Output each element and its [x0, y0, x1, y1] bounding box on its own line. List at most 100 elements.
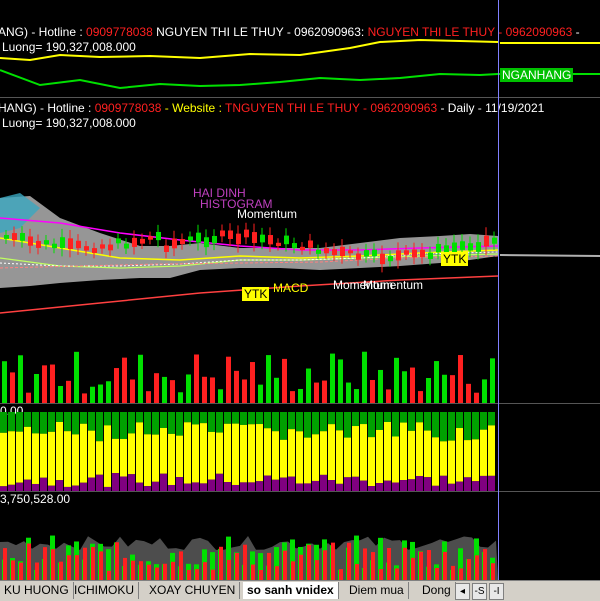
- stack-purple: [248, 482, 255, 491]
- stack-yellow: [328, 424, 335, 481]
- stack-green: [424, 412, 431, 431]
- tab-so-sanh-vnidex[interactable]: so sanh vnidex: [243, 582, 339, 599]
- stack-green: [16, 412, 23, 432]
- flow-bar-red: [3, 548, 7, 580]
- flow-bar-red: [419, 551, 423, 580]
- stack-yellow: [360, 424, 367, 481]
- comparison-pane[interactable]: ANG) - Hotline : 0909778038 NGUYEN THI L…: [0, 0, 600, 97]
- stack-yellow: [464, 440, 471, 478]
- stack-green: [320, 412, 327, 432]
- flow-bar-red: [131, 560, 135, 580]
- tab-xoay-chuyen[interactable]: XOAY CHUYEN: [145, 582, 241, 599]
- price-pane[interactable]: HANG) - Hotline : 0909778038 - Website :…: [0, 98, 600, 345]
- volume-bar: [90, 386, 95, 403]
- stack-green: [360, 412, 367, 425]
- stack-purple: [136, 482, 143, 491]
- flow-bar-red: [123, 557, 127, 580]
- stack-green: [392, 412, 399, 437]
- stack-green: [112, 412, 119, 439]
- volume-bars: [2, 351, 495, 403]
- stack-yellow: [32, 433, 39, 484]
- stack-green: [168, 412, 175, 434]
- volume-bar: [338, 359, 343, 403]
- stack-green: [376, 412, 383, 430]
- tab-diem-mua[interactable]: Diem mua: [345, 582, 409, 599]
- stack-yellow: [16, 431, 23, 483]
- candle-body: [212, 235, 217, 244]
- volume-bar: [330, 353, 335, 403]
- volume-bar: [202, 376, 207, 403]
- stack-green: [176, 412, 183, 436]
- price-chart: [0, 193, 600, 314]
- stack-yellow: [208, 431, 215, 480]
- volume-bar: [18, 355, 23, 403]
- stack-purple: [336, 483, 343, 491]
- stack-green: [216, 412, 223, 433]
- flow-bar-red: [283, 550, 287, 580]
- stack-green: [448, 412, 455, 441]
- tab-scroll-next-button[interactable]: -I: [489, 583, 504, 600]
- volume-pane[interactable]: [0, 345, 600, 403]
- lock-icon[interactable]: ◂: [455, 583, 470, 600]
- stack-yellow: [104, 425, 111, 487]
- flow-bar-red: [275, 566, 279, 580]
- volume-bar: [306, 368, 311, 403]
- flow-bar-red: [147, 564, 151, 580]
- stack-yellow: [184, 422, 191, 484]
- stack-green: [304, 412, 311, 438]
- flow-bar-red: [403, 547, 407, 580]
- ytk-annotation: YTK: [242, 287, 270, 301]
- stack-yellow: [136, 422, 143, 483]
- tab-scroll-prev-button[interactable]: -S: [472, 583, 487, 600]
- stack-green: [0, 412, 7, 433]
- volume-bar: [66, 380, 71, 403]
- sector-badge: NGANHANG: [500, 68, 574, 82]
- volume-bar: [370, 379, 375, 403]
- stack-purple: [272, 479, 279, 491]
- volume-bar: [402, 371, 407, 403]
- money-flow-pane[interactable]: 3,750,528.00: [0, 492, 600, 580]
- candle-body: [308, 240, 313, 248]
- stack-green: [416, 412, 423, 423]
- stack-yellow: [384, 422, 391, 481]
- tab-ichimoku[interactable]: ICHIMOKU: [70, 582, 139, 599]
- flow-bar-red: [139, 561, 143, 580]
- stack-green: [56, 412, 63, 423]
- stack-green: [256, 412, 263, 425]
- flow-bar-red: [315, 560, 319, 580]
- candle-body: [404, 250, 409, 255]
- candle-body: [412, 249, 417, 258]
- date-cursor-line[interactable]: [498, 0, 499, 580]
- candle-body: [28, 236, 33, 246]
- stack-yellow: [408, 430, 415, 480]
- stack-purple: [16, 482, 23, 491]
- candle-body: [148, 236, 153, 240]
- stack-green: [184, 412, 191, 423]
- volume-bar: [346, 382, 351, 403]
- stack-green: [232, 412, 239, 424]
- flow-bar-red: [251, 564, 255, 580]
- volume-bar: [218, 389, 223, 403]
- flow-bar-red: [11, 560, 15, 580]
- stack-yellow: [312, 434, 319, 481]
- stack-yellow: [152, 434, 159, 482]
- candle-body: [348, 250, 353, 254]
- stack-green: [24, 412, 31, 427]
- candle-body: [492, 237, 497, 244]
- stack-purple: [440, 475, 447, 491]
- tab-ku-huong[interactable]: KU HUONG: [0, 582, 74, 599]
- volume-bar: [362, 351, 367, 403]
- flow-bar-red: [171, 561, 175, 580]
- stack-yellow: [368, 437, 375, 487]
- indicator-pane[interactable]: 0.00: [0, 404, 600, 491]
- candle-body: [476, 242, 481, 252]
- volume-bar: [434, 361, 439, 403]
- flow-bar-red: [451, 565, 455, 580]
- stack-purple: [200, 483, 207, 491]
- stack-purple: [384, 480, 391, 491]
- flow-bar-red: [395, 568, 399, 580]
- tab-dong[interactable]: Dong: [418, 582, 456, 599]
- candle-body: [84, 246, 89, 251]
- stack-yellow: [336, 430, 343, 484]
- candle-body: [332, 249, 337, 256]
